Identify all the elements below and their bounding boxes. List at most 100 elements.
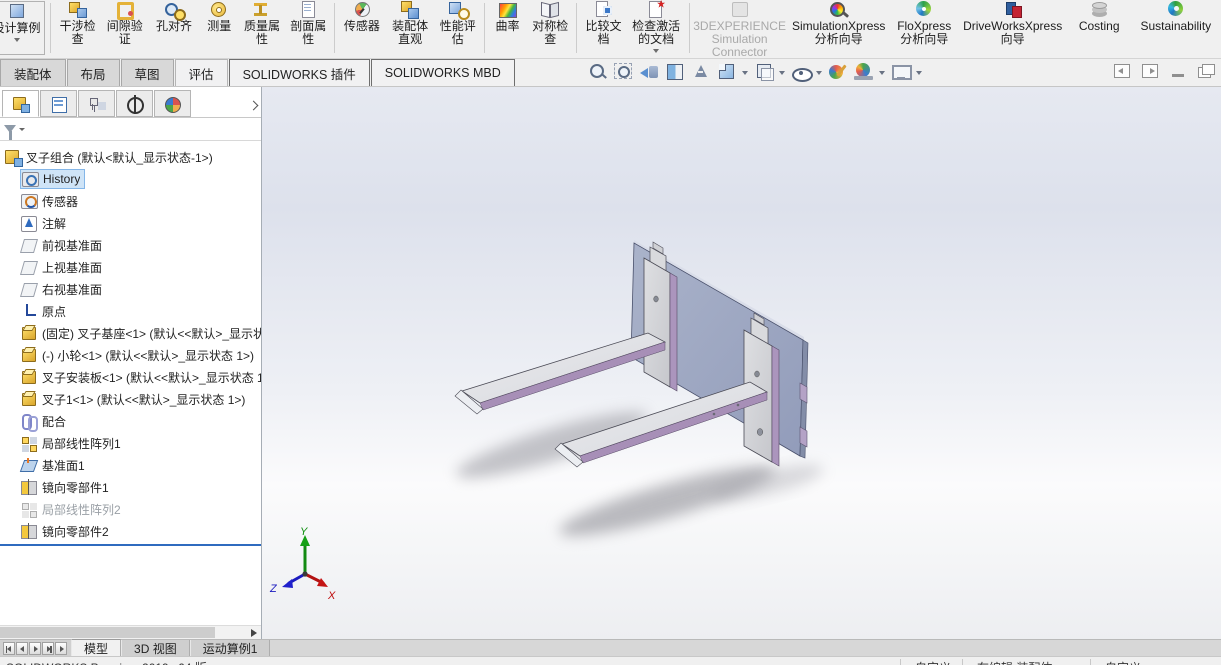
feature-manager-panel: 叉子组合 (默认<默认_显示状态-1>) History 传感器 注解 前视基准…	[0, 87, 262, 639]
rollback-bar[interactable]	[0, 544, 261, 546]
tab-model[interactable]: 模型	[71, 639, 122, 656]
tab-solidworks-mbd[interactable]: SOLIDWORKS MBD	[370, 59, 515, 86]
toolbar-button-sensor[interactable]: 传感器	[338, 0, 385, 56]
toolbar-separator	[334, 3, 336, 53]
zoom-to-fit-icon[interactable]	[586, 61, 610, 84]
performance-evaluation-icon	[447, 1, 470, 20]
toolbar-button-section-properties[interactable]: 剖面属性	[285, 0, 331, 56]
toolbar-button-hole-alignment[interactable]: 孔对齐	[148, 0, 199, 56]
last-study-button[interactable]	[42, 641, 54, 655]
part-icon	[21, 369, 37, 385]
tree-item-annotations[interactable]: 注解	[0, 212, 261, 234]
collapse-left-pane-icon[interactable]	[1114, 64, 1130, 78]
panel-expand-icon[interactable]	[248, 100, 259, 111]
new-study-button[interactable]	[55, 641, 67, 655]
status-custom-2[interactable]: 自定义	[1090, 659, 1141, 665]
zoom-to-area-icon[interactable]	[612, 61, 636, 84]
tree-item-local-linear-pattern2[interactable]: 局部线性阵列2	[0, 498, 261, 520]
tree-item-local-linear-pattern1[interactable]: 局部线性阵列1	[0, 432, 261, 454]
toolbar-button-curvature[interactable]: 曲率	[488, 0, 527, 56]
toolbar-button-floxpress-wizard[interactable]: FloXpress 分析向导	[891, 0, 958, 56]
scrollbar-thumb[interactable]	[0, 627, 215, 638]
panel-horizontal-scrollbar[interactable]	[0, 625, 261, 639]
toolbar-button-label: 比较文档	[585, 19, 622, 46]
tree-filter-row[interactable]	[0, 118, 261, 141]
tab-evaluate[interactable]: 评估	[174, 59, 228, 86]
collapse-right-pane-icon[interactable]	[1142, 64, 1158, 78]
view-settings-icon[interactable]	[890, 61, 914, 84]
toolbar-button-label: 间隙验证	[106, 19, 143, 46]
toolbar-button-simulationxpress-wizard[interactable]: SimulationXpress 分析向导	[787, 0, 891, 56]
toolbar-button-label: 剖面属性	[290, 19, 327, 46]
chevron-down-icon[interactable]	[878, 61, 887, 84]
viewport-3d[interactable]: Y X Z	[262, 87, 1221, 639]
view-orientation-icon[interactable]	[716, 61, 740, 84]
chevron-down-icon[interactable]	[915, 61, 924, 84]
tree-item-fork1[interactable]: 叉子1<1> (默认<<默认>_显示状态 1>)	[0, 388, 261, 410]
driveworksxpress-wizard-icon	[1002, 1, 1024, 18]
toolbar-button-symmetry-check[interactable]: 对称检查	[527, 0, 573, 56]
toolbar-button-3dexperience-simulation-connector[interactable]: 3DEXPERIENCE Simulation Connector	[693, 0, 787, 58]
tree-item-mirror-component2[interactable]: 镜向零部件2	[0, 520, 261, 542]
tab-propertymanager[interactable]	[40, 90, 77, 117]
previous-view-icon[interactable]	[638, 61, 662, 84]
tree-item-top-plane[interactable]: 上视基准面	[0, 256, 261, 278]
tree-item-plane1[interactable]: 基准面1	[0, 454, 261, 476]
tree-item-assembly-root[interactable]: 叉子组合 (默认<默认_显示状态-1>)	[0, 146, 261, 168]
tree-item-right-plane[interactable]: 右视基准面	[0, 278, 261, 300]
mates-icon	[21, 413, 38, 432]
toolbar-button-label: Costing	[1078, 19, 1120, 33]
toolbar-button-check-active-document[interactable]: 检查激活的文档	[627, 0, 686, 56]
display-style-icon[interactable]	[753, 61, 777, 84]
previous-study-button[interactable]	[16, 641, 28, 655]
dynamic-annotation-views-icon[interactable]	[690, 61, 714, 84]
tab-configurationmanager[interactable]	[78, 90, 115, 117]
apply-scene-icon[interactable]	[853, 61, 877, 84]
tree-item-mates[interactable]: 配合	[0, 410, 261, 432]
tree-item-fork-base[interactable]: (固定) 叉子基座<1> (默认<<默认>_显示状	[0, 322, 261, 344]
restore-window-icon[interactable]	[1198, 63, 1215, 78]
tree-item-origin[interactable]: 原点	[0, 300, 261, 322]
plane-icon	[21, 281, 37, 297]
tab-displaymanager[interactable]	[154, 90, 191, 117]
tree-item-label: 前视基准面	[42, 238, 103, 253]
first-study-button[interactable]	[3, 641, 15, 655]
tree-item-mirror-component1[interactable]: 镜向零部件1	[0, 476, 261, 498]
scroll-right-icon[interactable]	[251, 629, 257, 637]
chevron-down-icon[interactable]	[778, 61, 787, 84]
tab-layout[interactable]: 布局	[66, 59, 120, 86]
hide-show-items-icon[interactable]	[790, 61, 814, 84]
tree-item-sensors[interactable]: 传感器	[0, 190, 261, 212]
tree-item-history[interactable]: History	[0, 168, 261, 190]
toolbar-button-clearance-verification[interactable]: 间隙验证	[101, 0, 148, 56]
minimize-icon[interactable]	[1172, 73, 1184, 77]
tree-item-fork-mount-plate[interactable]: 叉子安装板<1> (默认<<默认>_显示状态 1	[0, 366, 261, 388]
section-view-icon[interactable]	[664, 61, 688, 84]
tree-item-label: 镜向零部件1	[42, 480, 109, 495]
next-study-button[interactable]	[29, 641, 41, 655]
toolbar-button-assembly-visualization[interactable]: 装配体直观	[386, 0, 435, 56]
design-study-flyout-button[interactable]: 设计算例	[0, 1, 46, 55]
tab-3d-views[interactable]: 3D 视图	[121, 640, 190, 656]
tab-sketch[interactable]: 草图	[120, 59, 174, 86]
tree-item-front-plane[interactable]: 前视基准面	[0, 234, 261, 256]
tab-featuremanager-tree[interactable]	[2, 90, 39, 117]
tree-item-label: 上视基准面	[42, 260, 103, 275]
tab-motion-study1[interactable]: 运动算例1	[189, 640, 271, 656]
tab-dimxpertmanager[interactable]	[116, 90, 153, 117]
toolbar-button-driveworksxpress-wizard[interactable]: DriveWorksXpress 向导	[958, 0, 1068, 56]
toolbar-button-sustainability[interactable]: Sustainability	[1131, 0, 1221, 56]
toolbar-button-interference-check[interactable]: 干涉检查	[54, 0, 101, 56]
chevron-down-icon[interactable]	[741, 61, 750, 84]
chevron-down-icon[interactable]	[815, 61, 824, 84]
toolbar-button-costing[interactable]: Costing	[1068, 0, 1131, 56]
tab-solidworks-addins[interactable]: SOLIDWORKS 插件	[228, 59, 370, 86]
tree-item-small-wheel[interactable]: (-) 小轮<1> (默认<<默认>_显示状态 1>)	[0, 344, 261, 366]
toolbar-button-performance-evaluation[interactable]: 性能评估	[435, 0, 481, 56]
toolbar-button-measure[interactable]: 测量	[200, 0, 239, 56]
toolbar-button-mass-properties[interactable]: 质量属性	[239, 0, 285, 56]
toolbar-button-compare-documents[interactable]: 比较文档	[580, 0, 626, 56]
edit-appearance-icon[interactable]	[827, 61, 851, 84]
tab-assembly[interactable]: 装配体	[0, 59, 66, 86]
status-custom-1[interactable]: 自定义	[900, 659, 951, 665]
